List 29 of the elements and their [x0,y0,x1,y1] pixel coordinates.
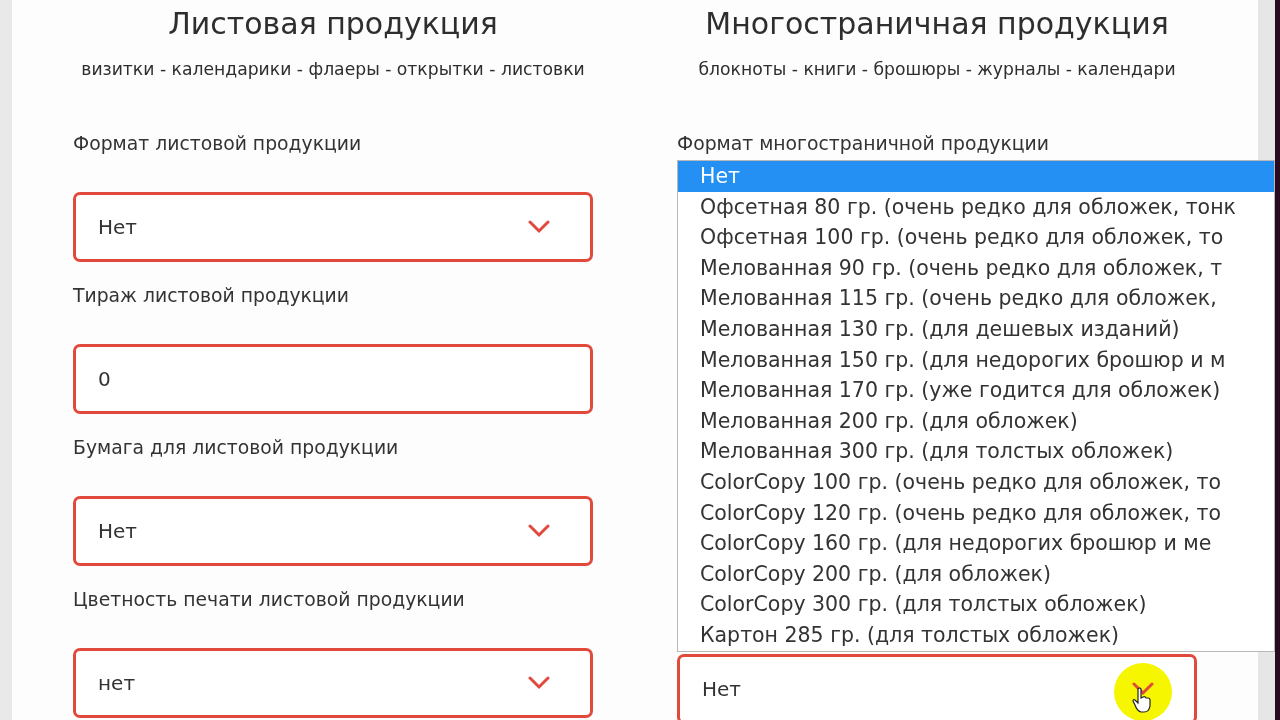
dropdown-option[interactable]: ColorCopy 120 гр. (очень редко для обложек, то [678,497,1274,529]
select-field[interactable]: нет [73,648,593,718]
dropdown-option[interactable]: Картон 285 гр. (для толстых обложек) [678,619,1274,651]
dropdown-option[interactable]: Мелованная 115 гр. (очень редко для обложек, [678,283,1274,314]
field-label: Формат листовой продукции [73,132,363,156]
dropdown-option[interactable]: Офсетная 80 гр. (очень редко для обложек, тонк [678,191,1274,223]
select-field[interactable]: Нет [73,192,593,262]
section-title: Листовая продукция [167,5,499,43]
section-subtitle: блокноты - книги - брошюры - журналы - календари [697,58,1177,80]
dropdown-option[interactable]: ColorCopy 300 гр. (для толстых обложек) [678,589,1274,620]
section-title: Многостраничная продукция [704,5,1170,43]
input-field[interactable]: 0 [73,344,593,414]
field-label: Тираж листовой продукции [73,284,351,308]
select-field[interactable]: Нет [73,496,593,566]
select-field[interactable]: Нет [677,654,1197,720]
field-label: Цветность печати листовой продукции [73,588,466,612]
dropdown-option[interactable]: ColorCopy 160 гр. (для недорогих брошюр и ме [678,528,1274,559]
dropdown-option[interactable]: Мелованная 300 гр. (для толстых обложек) [678,436,1274,467]
dropdown-option[interactable]: Мелованная 90 гр. (очень редко для обложек, т [678,252,1274,284]
dropdown-option[interactable]: Мелованная 200 гр. (для обложек) [678,405,1274,437]
field-label: Формат многостраничной продукции [677,132,1051,156]
field-label: Бумага для листовой продукции [73,436,400,460]
dropdown-option[interactable]: ColorCopy 100 гр. (очень редко для обложек, то [678,466,1274,498]
section-subtitle: визитки - календарики - флаеры - открытки - листовки [80,58,586,80]
dropdown-option[interactable]: Мелованная 130 гр. (для дешевых изданий) [678,313,1274,345]
dropdown-option[interactable]: Мелованная 170 гр. (уже годится для обложек) [678,375,1274,406]
dropdown-option[interactable]: ColorCopy 200 гр. (для обложек) [678,558,1274,590]
dropdown-option[interactable]: Офсетная 100 гр. (очень редко для обложек, то [678,222,1274,253]
dropdown-option[interactable]: Мелованная 150 гр. (для недорогих брошюр и м [678,344,1274,376]
